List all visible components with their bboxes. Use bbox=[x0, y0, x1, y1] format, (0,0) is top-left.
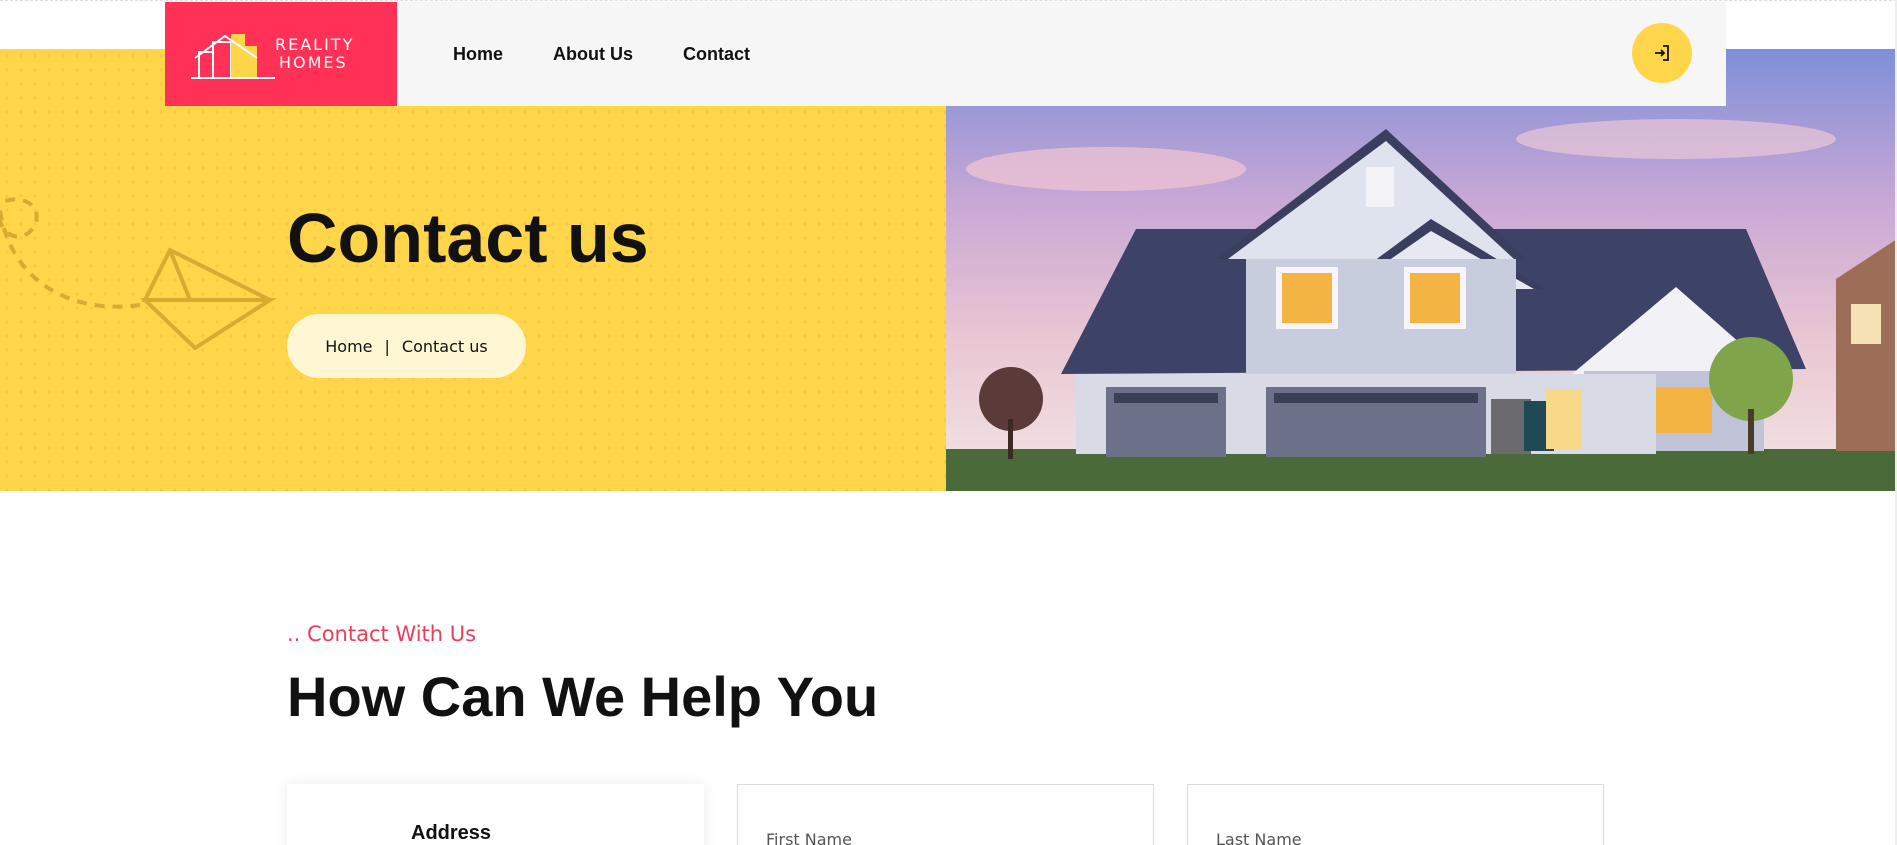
brand-logo[interactable]: REALITY HOMES bbox=[165, 2, 397, 106]
site-header: REALITY HOMES Home About Us Contact bbox=[165, 2, 1726, 106]
section-eyebrow: .. Contact With Us bbox=[287, 622, 477, 646]
page-title: Contact us bbox=[287, 199, 649, 277]
hero-house-photo bbox=[946, 49, 1897, 491]
address-card-title: Address bbox=[411, 822, 492, 844]
page: REALITY HOMES Home About Us Contact Cont… bbox=[0, 0, 1897, 845]
breadcrumb-current: Contact us bbox=[401, 336, 488, 356]
logo-line1: REALITY bbox=[275, 35, 354, 54]
breadcrumb: Home | Contact us bbox=[287, 314, 526, 378]
first-name-field[interactable] bbox=[737, 784, 1154, 845]
logo-line2: HOMES bbox=[279, 53, 348, 72]
nav-contact[interactable]: Contact bbox=[683, 44, 750, 65]
nav-about-us[interactable]: About Us bbox=[553, 44, 633, 65]
sign-in-icon bbox=[1655, 45, 1669, 61]
top-divider bbox=[0, 0, 1897, 1]
breadcrumb-separator: | bbox=[384, 336, 390, 356]
paper-plane-icon bbox=[0, 197, 277, 351]
section-title: How Can We Help You bbox=[287, 665, 879, 728]
address-card: Address bbox=[287, 784, 704, 845]
nav-home[interactable]: Home bbox=[453, 44, 503, 65]
login-button[interactable] bbox=[1632, 23, 1692, 83]
house-logo-icon: REALITY HOMES bbox=[191, 34, 354, 79]
last-name-field[interactable] bbox=[1187, 784, 1604, 845]
breadcrumb-home[interactable]: Home bbox=[325, 337, 372, 356]
main-nav: Home About Us Contact bbox=[453, 2, 750, 106]
